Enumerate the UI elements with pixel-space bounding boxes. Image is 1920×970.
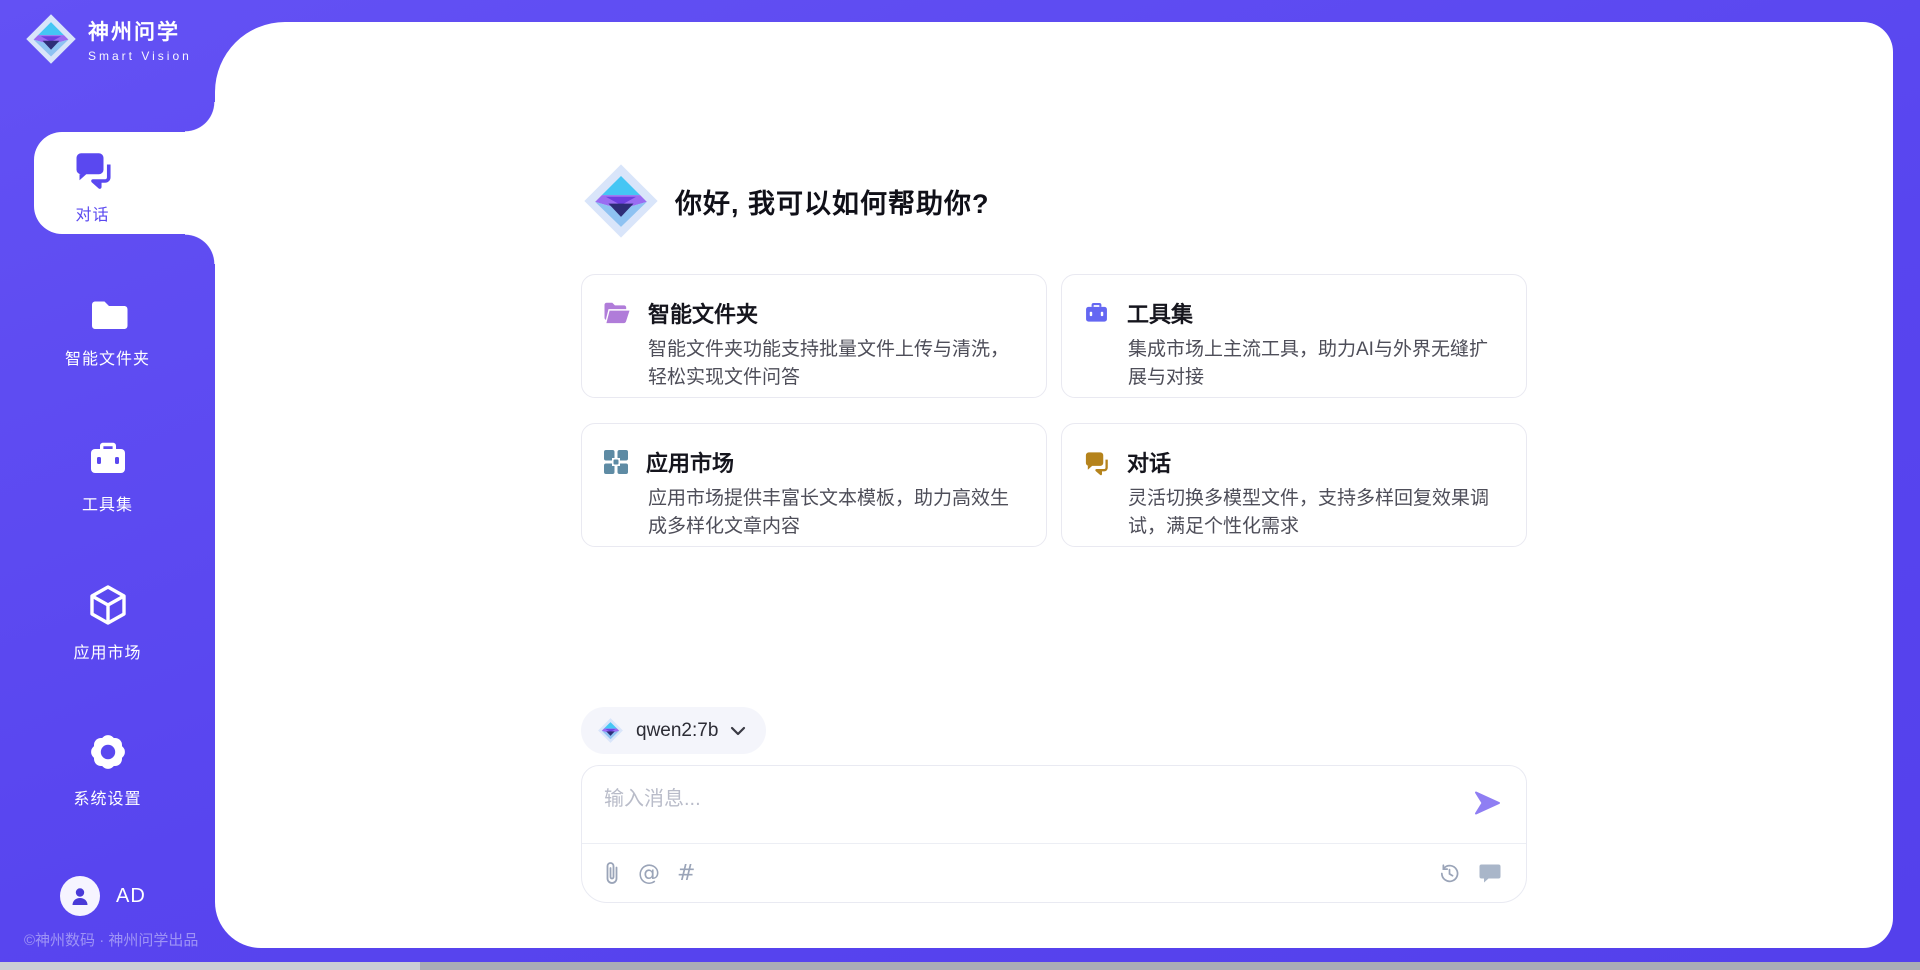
model-name: qwen2:7b: [636, 720, 718, 742]
sidebar-item-label: 工具集: [82, 491, 133, 515]
sidebar-item-chat[interactable]: 对话: [0, 148, 215, 225]
copyright-note: ©神州数码 · 神州问学出品: [24, 929, 198, 950]
chat-icon: [1083, 449, 1110, 476]
card-description: 灵活切换多模型文件，支持多样回复效果调试，满足个性化需求: [1128, 485, 1502, 541]
app-name: 神州问学: [88, 16, 192, 46]
feature-cards: 智能文件夹 智能文件夹功能支持批量文件上传与清洗，轻松实现文件问答 工具集: [581, 274, 1527, 547]
card-chat[interactable]: 对话 灵活切换多模型文件，支持多样回复效果调试，满足个性化需求: [1061, 423, 1527, 547]
brand-diamond-icon: [24, 12, 78, 66]
sidebar-item-label: 系统设置: [73, 785, 141, 809]
at-icon: @: [638, 861, 660, 886]
scrollbar-thumb[interactable]: [0, 962, 420, 970]
topic-button[interactable]: #: [677, 861, 695, 886]
model-diamond-icon: [597, 717, 624, 744]
conversation-button[interactable]: [1478, 862, 1502, 884]
chevron-down-icon: [730, 726, 746, 736]
model-selector[interactable]: qwen2:7b: [581, 707, 766, 754]
sidebar-item-label: 对话: [75, 201, 109, 225]
mention-button[interactable]: @: [638, 861, 660, 886]
gear-icon: [86, 730, 130, 774]
send-button[interactable]: [1472, 788, 1502, 818]
main-content-panel: 你好, 我可以如何帮助你? 智能文件夹 智能文件夹功能支持批量文件上传与清洗，轻…: [215, 22, 1893, 948]
sidebar: 神州问学 Smart Vision 对话 智能文件夹 工具集: [0, 0, 215, 970]
cube-icon: [86, 582, 130, 628]
folder-icon: [603, 301, 631, 325]
user-account[interactable]: AD: [60, 876, 146, 916]
comment-icon: [1478, 862, 1502, 884]
sidebar-item-app-market[interactable]: 应用市场: [0, 582, 215, 663]
hash-icon: #: [677, 861, 695, 886]
card-title: 应用市场: [646, 446, 734, 478]
user-initials: AD: [116, 885, 146, 908]
greeting: 你好, 我可以如何帮助你?: [581, 158, 1527, 244]
chat-icon: [72, 148, 114, 190]
folder-icon: [86, 294, 130, 334]
toolbox-icon: [86, 438, 130, 480]
card-description: 智能文件夹功能支持批量文件上传与清洗，轻松实现文件问答: [648, 336, 1022, 392]
history-icon: [1438, 862, 1461, 885]
paperclip-icon: [603, 860, 621, 886]
horizontal-scrollbar[interactable]: [0, 962, 1920, 970]
sidebar-item-toolset[interactable]: 工具集: [0, 438, 215, 515]
message-composer: @ #: [581, 765, 1527, 903]
user-icon: [68, 884, 92, 908]
avatar: [60, 876, 100, 916]
greeting-title: 你好, 我可以如何帮助你?: [675, 182, 990, 221]
sidebar-item-settings[interactable]: 系统设置: [0, 730, 215, 809]
history-button[interactable]: [1438, 862, 1461, 885]
card-smart-folder[interactable]: 智能文件夹 智能文件夹功能支持批量文件上传与清洗，轻松实现文件问答: [581, 274, 1047, 398]
app-logo: 神州问学 Smart Vision: [24, 12, 192, 66]
grid-icon: [603, 449, 629, 475]
sidebar-item-smart-folder[interactable]: 智能文件夹: [0, 294, 215, 369]
app-subtitle: Smart Vision: [88, 49, 192, 63]
composer-toolbar: @ #: [582, 843, 1526, 902]
card-description: 应用市场提供丰富长文本模板，助力高效生成多样化文章内容: [648, 485, 1022, 541]
card-title: 工具集: [1127, 297, 1193, 329]
card-title: 对话: [1127, 446, 1171, 478]
sidebar-item-label: 应用市场: [73, 639, 141, 663]
card-title: 智能文件夹: [648, 297, 758, 329]
message-input[interactable]: [604, 782, 1444, 852]
sidebar-item-label: 智能文件夹: [65, 345, 150, 369]
card-toolset[interactable]: 工具集 集成市场上主流工具，助力AI与外界无缝扩展与对接: [1061, 274, 1527, 398]
card-description: 集成市场上主流工具，助力AI与外界无缝扩展与对接: [1128, 336, 1502, 392]
card-app-market[interactable]: 应用市场 应用市场提供丰富长文本模板，助力高效生成多样化文章内容: [581, 423, 1047, 547]
attach-file-button[interactable]: [603, 860, 621, 886]
assistant-diamond-icon: [581, 158, 661, 244]
toolbox-icon: [1083, 300, 1110, 326]
send-icon: [1472, 788, 1502, 818]
